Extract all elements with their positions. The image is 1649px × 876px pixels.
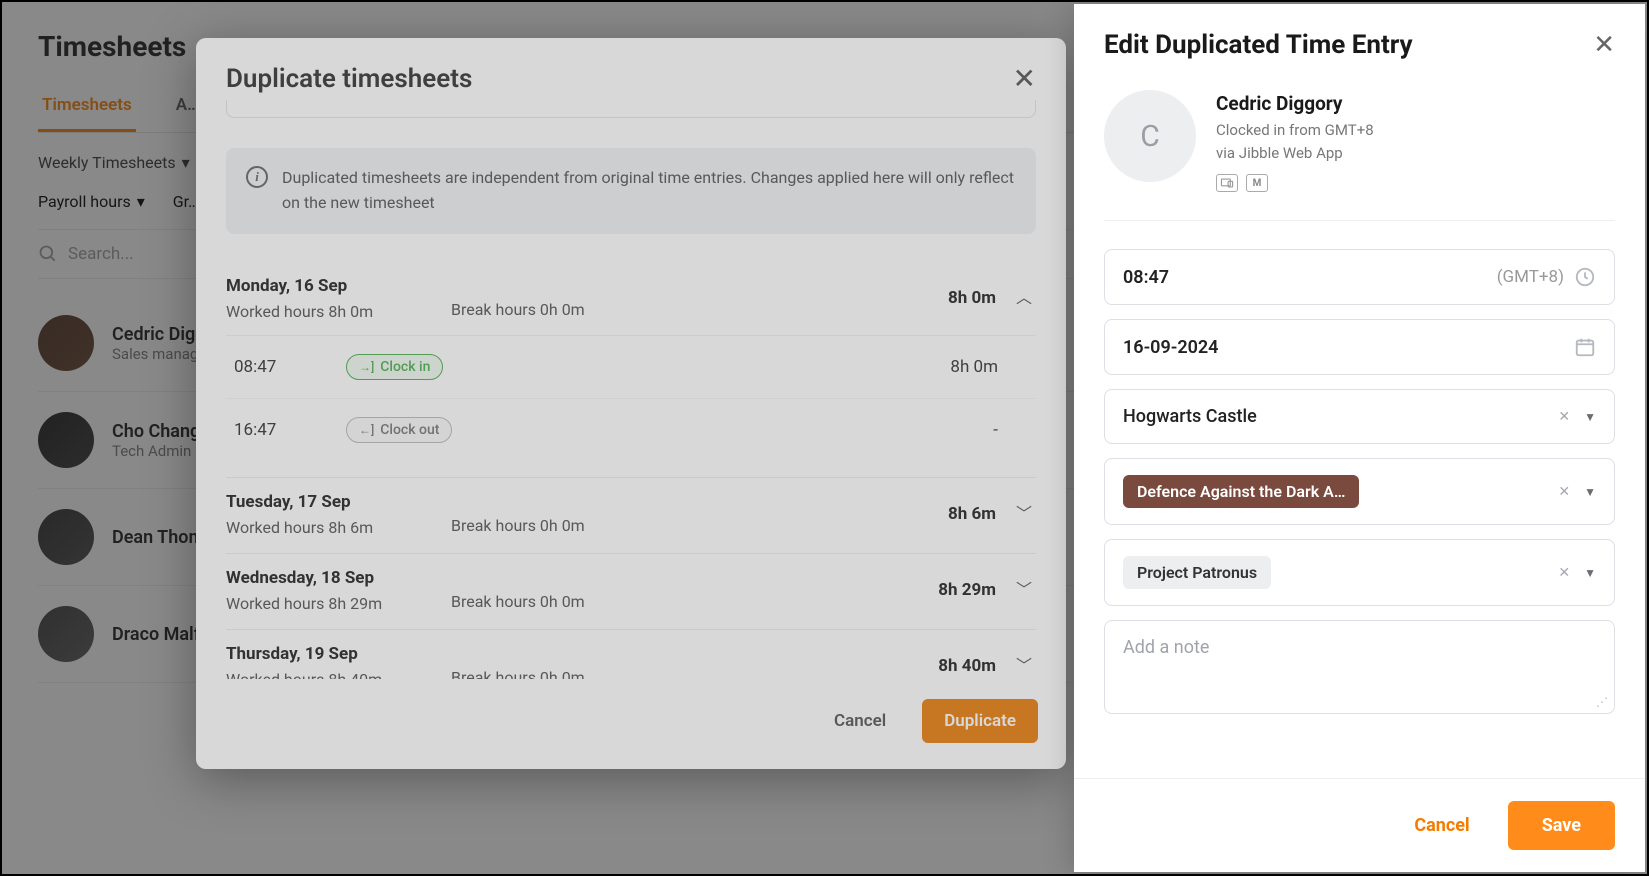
clock-icon	[1574, 266, 1596, 288]
login-icon: →]	[359, 360, 374, 374]
clock-in-badge: →]Clock in	[346, 354, 443, 380]
modal-title: Duplicate timesheets	[226, 64, 472, 94]
avatar: C	[1104, 90, 1196, 182]
project-chip: Project Patronus	[1123, 556, 1271, 589]
chevron-down-icon[interactable]: ▼	[1584, 566, 1596, 580]
day-break: Break hours 0h 0m	[451, 300, 791, 319]
activity-chip: Defence Against the Dark A…	[1123, 475, 1359, 508]
note-placeholder: Add a note	[1123, 637, 1209, 658]
project-select[interactable]: Project Patronus ✕ ▼	[1104, 539, 1615, 606]
clock-out-badge: ←]Clock out	[346, 417, 452, 443]
location-select[interactable]: Hogwarts Castle ✕ ▼	[1104, 389, 1615, 444]
day-row: Thursday, 19 SepWorked hours 8h 40m Brea…	[226, 630, 1036, 679]
close-icon[interactable]: ✕	[1593, 30, 1615, 60]
edit-time-entry-panel: Edit Duplicated Time Entry ✕ C Cedric Di…	[1074, 4, 1645, 872]
info-icon: i	[246, 166, 268, 188]
duplicate-button[interactable]: Duplicate	[922, 699, 1038, 743]
info-text: Duplicated timesheets are independent fr…	[282, 166, 1016, 216]
device-icon	[1216, 174, 1238, 192]
cancel-button[interactable]: Cancel	[822, 701, 898, 741]
note-textarea[interactable]: Add a note ⋰	[1104, 620, 1615, 714]
resize-handle-icon[interactable]: ⋰	[1596, 695, 1608, 709]
timezone-label: (GMT+8)	[1497, 267, 1564, 287]
day-row: Monday, 16 Sep Worked hours 8h 0m Break …	[226, 262, 1036, 478]
clear-icon[interactable]: ✕	[1558, 484, 1570, 500]
entry-time: 16:47	[234, 420, 346, 440]
user-meta-tz: Clocked in from GMT+8	[1216, 119, 1374, 142]
info-banner: i Duplicated timesheets are independent …	[226, 148, 1036, 234]
chevron-down-icon[interactable]: ﹀	[1016, 652, 1032, 676]
close-icon[interactable]: ✕	[1013, 65, 1036, 93]
date-field[interactable]: 16-09-2024	[1104, 319, 1615, 375]
logout-icon: ←]	[359, 423, 374, 437]
entry-duration: -	[993, 420, 998, 440]
chevron-up-icon[interactable]: ︿	[1016, 284, 1032, 308]
entry-duration: 8h 0m	[950, 357, 998, 377]
day-row: Tuesday, 17 SepWorked hours 8h 6m Break …	[226, 478, 1036, 554]
time-field[interactable]: 08:47 (GMT+8)	[1104, 249, 1615, 305]
user-block: C Cedric Diggory Clocked in from GMT+8 v…	[1104, 82, 1615, 221]
duplicate-timesheets-modal: Duplicate timesheets ✕ i Duplicated time…	[196, 38, 1066, 769]
chevron-down-icon[interactable]: ▼	[1584, 485, 1596, 499]
chevron-down-icon[interactable]: ﹀	[1016, 500, 1032, 524]
chevron-down-icon[interactable]: ﹀	[1016, 576, 1032, 600]
day-date: Monday, 16 Sep	[226, 276, 451, 296]
chevron-down-icon[interactable]: ▼	[1584, 410, 1596, 424]
clear-icon[interactable]: ✕	[1558, 409, 1570, 425]
day-row: Wednesday, 18 SepWorked hours 8h 29m Bre…	[226, 554, 1036, 630]
cancel-button[interactable]: Cancel	[1398, 801, 1485, 850]
time-entry-row[interactable]: 16:47 ←]Clock out -	[226, 399, 1036, 461]
clear-icon[interactable]: ✕	[1558, 565, 1570, 581]
user-meta-via: via Jibble Web App	[1216, 142, 1374, 165]
side-panel-title: Edit Duplicated Time Entry	[1104, 30, 1413, 60]
activity-select[interactable]: Defence Against the Dark A… ✕ ▼	[1104, 458, 1615, 525]
calendar-icon	[1574, 336, 1596, 358]
save-button[interactable]: Save	[1508, 801, 1615, 850]
entry-time: 08:47	[234, 357, 346, 377]
day-worked: Worked hours 8h 0m	[226, 302, 451, 321]
time-entry-row[interactable]: 08:47 →]Clock in 8h 0m	[226, 336, 1036, 399]
manual-badge-icon: M	[1246, 174, 1268, 192]
user-name: Cedric Diggory	[1216, 92, 1374, 115]
day-total: 8h 0m	[948, 288, 996, 308]
